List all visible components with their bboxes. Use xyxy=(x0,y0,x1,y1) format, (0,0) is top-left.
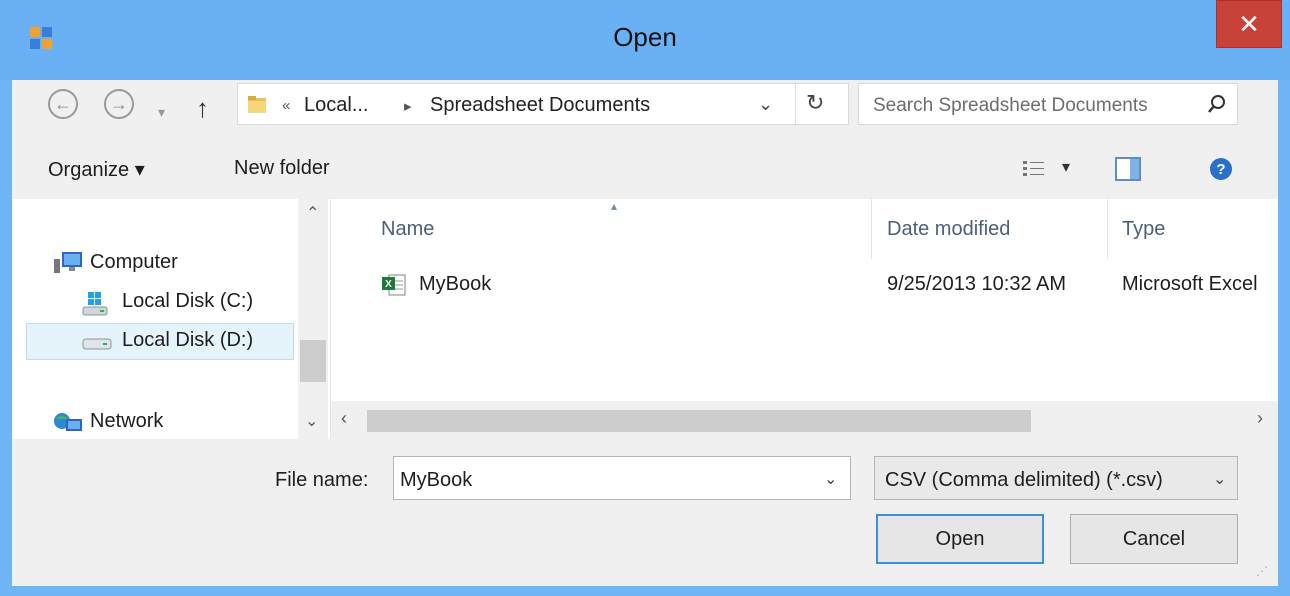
recent-locations-dropdown-icon[interactable]: ▾ xyxy=(158,104,165,121)
column-header-name[interactable]: Name xyxy=(381,218,434,241)
breadcrumb-spreadsheet-documents[interactable]: Spreadsheet Documents xyxy=(430,94,650,117)
breadcrumb-overflow[interactable]: « xyxy=(282,97,290,114)
file-list-pane: ▴ Name Date modified Type X MyBook 9/25/… xyxy=(331,199,1278,439)
nav-scroll-thumb[interactable] xyxy=(300,340,326,382)
network-icon xyxy=(54,413,82,431)
scroll-up-icon[interactable]: ⌃ xyxy=(306,203,319,223)
windows-drive-icon xyxy=(82,292,108,316)
nav-vertical-scrollbar[interactable]: ⌃ ⌄ xyxy=(298,199,328,439)
svg-text:?: ? xyxy=(1216,161,1225,178)
search-icon[interactable] xyxy=(1207,94,1227,114)
file-type-dropdown-icon[interactable]: ⌄ xyxy=(1213,469,1226,489)
up-arrow-icon[interactable]: ↑ xyxy=(196,93,209,124)
drive-icon xyxy=(82,338,112,350)
file-type-filter-value: CSV (Comma delimited) (*.csv) xyxy=(885,469,1163,491)
file-type: Microsoft Excel xyxy=(1122,273,1258,295)
column-header-date-modified[interactable]: Date modified xyxy=(887,218,1010,241)
file-name-input[interactable]: MyBook xyxy=(400,469,472,492)
file-name-dropdown-icon[interactable]: ⌄ xyxy=(824,469,837,489)
column-divider[interactable] xyxy=(1107,199,1108,259)
nav-item-local-disk-d[interactable]: Local Disk (D:) xyxy=(122,329,253,352)
file-horizontal-scrollbar[interactable]: ‹ › xyxy=(331,401,1278,439)
file-name-combobox[interactable]: MyBook ⌄ xyxy=(393,456,851,500)
search-placeholder: Search Spreadsheet Documents xyxy=(873,95,1148,116)
resize-grip-icon[interactable]: ⋰ xyxy=(1256,564,1268,578)
change-view-icon[interactable] xyxy=(1022,159,1046,179)
file-scroll-thumb[interactable] xyxy=(367,410,1031,432)
svg-text:X: X xyxy=(385,279,392,290)
file-name-label: File name: xyxy=(275,469,369,491)
nav-item-computer[interactable]: Computer xyxy=(90,251,178,274)
close-button[interactable]: ✕ xyxy=(1216,0,1282,48)
address-bar[interactable]: « Local... ▸ Spreadsheet Documents ⌄ ↻ xyxy=(237,83,849,125)
column-divider[interactable] xyxy=(871,199,872,259)
breadcrumb-separator[interactable]: ▸ xyxy=(404,97,412,115)
nav-item-local-disk-c[interactable]: Local Disk (C:) xyxy=(122,290,253,313)
file-date-modified: 9/25/2013 10:32 AM xyxy=(887,273,1067,295)
preview-pane-icon[interactable] xyxy=(1115,157,1141,181)
address-dropdown-icon[interactable]: ⌄ xyxy=(758,94,773,115)
computer-icon xyxy=(54,252,82,273)
refresh-icon[interactable]: ↻ xyxy=(806,90,824,116)
scroll-right-icon[interactable]: › xyxy=(1257,408,1263,429)
forward-button[interactable]: → xyxy=(104,89,134,119)
breadcrumb-local[interactable]: Local... xyxy=(304,94,368,117)
open-file-dialog: Open ✕ ← → ▾ ↑ « Local... ▸ Spreadsheet … xyxy=(0,0,1290,596)
folder-icon xyxy=(248,96,266,113)
dialog-body: ← → ▾ ↑ « Local... ▸ Spreadsheet Documen… xyxy=(12,80,1278,586)
search-input[interactable]: Search Spreadsheet Documents xyxy=(858,83,1238,125)
file-type-filter-select[interactable]: CSV (Comma delimited) (*.csv) ⌄ xyxy=(874,456,1238,500)
organize-menu[interactable]: Organize ▾ xyxy=(48,157,145,182)
navigation-pane: Computer Local Disk (C:) Local Disk (D:) xyxy=(12,199,331,439)
dialog-title: Open xyxy=(613,22,677,52)
help-icon[interactable]: ? xyxy=(1209,157,1233,181)
view-options-dropdown-icon[interactable]: ▾ xyxy=(1062,157,1070,177)
new-folder-button[interactable]: New folder xyxy=(234,157,330,180)
back-button[interactable]: ← xyxy=(48,89,78,119)
scroll-left-icon[interactable]: ‹ xyxy=(341,408,347,429)
excel-file-icon: X xyxy=(382,274,406,296)
title-bar: Open ✕ xyxy=(0,0,1290,80)
open-button[interactable]: Open xyxy=(876,514,1044,564)
column-header-type[interactable]: Type xyxy=(1122,218,1165,241)
scroll-down-icon[interactable]: ⌄ xyxy=(305,411,318,431)
command-bar: Organize ▾ New folder ▾ ? xyxy=(12,135,1278,199)
file-name[interactable]: MyBook xyxy=(419,273,491,296)
sort-ascending-icon: ▴ xyxy=(611,199,618,213)
address-divider xyxy=(795,84,796,124)
nav-item-network[interactable]: Network xyxy=(90,410,163,433)
cancel-button[interactable]: Cancel xyxy=(1070,514,1238,564)
